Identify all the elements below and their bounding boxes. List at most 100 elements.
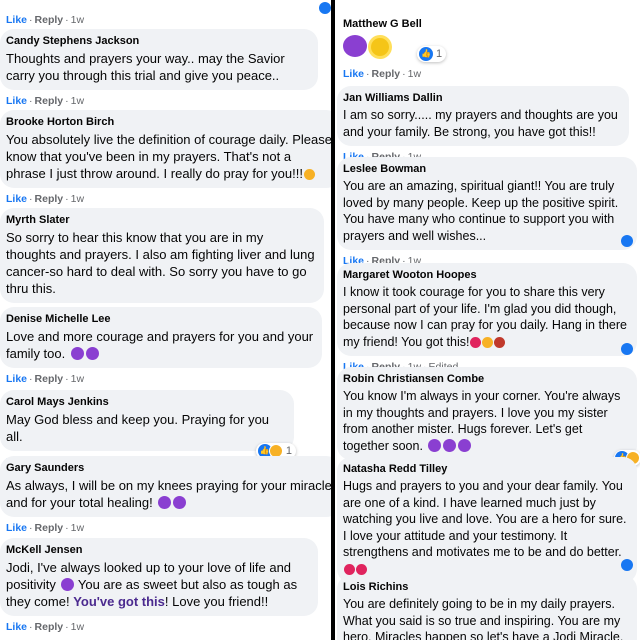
hearts-emoji-icon [470,336,482,348]
like-link[interactable]: Like [6,522,27,534]
comment-text: Thoughts and prayers your way.. may the … [6,51,289,83]
comment-text: May God bless and keep you. Praying for … [6,412,273,444]
comment-actions: Like·Reply·1w [6,95,85,107]
comment-author[interactable]: Jan Williams Dallin [343,91,621,105]
purple-heart-icon [173,496,187,509]
comment: Matthew G Bell 👍 1 Like · Reply · 1w [337,12,637,81]
comment-author[interactable]: Robin Christiansen Combe [343,372,629,386]
comment-author[interactable]: Leslee Bowman [343,162,629,176]
timestamp: 1w [70,522,85,534]
comment-bubble: Margaret Wooton Hoopes I know it took co… [337,263,637,356]
comment-author[interactable]: Gary Saunders [6,461,331,475]
comment-bubble: Denise Michelle Lee Love and more courag… [0,307,322,368]
comment-author[interactable]: Natasha Redd Tilley [343,462,629,476]
right-comments-panel: Matthew G Bell 👍 1 Like · Reply · 1w Jan Will… [335,0,640,640]
purple-heart-icon [458,438,472,452]
comment-author[interactable]: Matthew G Bell [343,17,449,31]
like-badge-icon [621,559,633,571]
like-link[interactable]: Like [6,193,27,205]
comment: Myrth Slater So sorry to hear this know … [0,208,331,321]
comment-text: Hugs and prayers to you and your dear fa… [343,478,629,577]
like-link[interactable]: Like [6,621,27,633]
comment: Denise Michelle Lee Love and more courag… [0,307,331,386]
like-badge-icon [621,235,633,247]
timestamp: 1w [70,95,85,107]
timestamp: 1w [70,14,85,26]
like-badge-icon [319,2,331,14]
comment: Candy Stephens Jackson Thoughts and pray… [0,29,331,108]
comment-bubble: Natasha Redd Tilley Hugs and prayers to … [337,457,637,583]
comment-author[interactable]: Margaret Wooton Hoopes [343,268,629,282]
comment-text: You know I'm always in your corner. You'… [343,389,624,453]
timestamp: 1w [70,193,85,205]
like-link[interactable]: Like [6,14,27,26]
comment-text: I know it took courage for you to share … [343,285,631,349]
purple-heart-icon [85,347,99,360]
purple-heart-icon [61,578,75,591]
timestamp: 1w [407,68,422,80]
comment-author[interactable]: Carol Mays Jenkins [6,395,286,409]
reply-link[interactable]: Reply [35,621,64,633]
comment-actions: Like·Reply·1w [6,193,85,205]
comment-bubble: Gary Saunders As always, I will be on my… [0,456,331,517]
comment-bubble: Leslee Bowman You are an amazing, spirit… [337,157,637,250]
purple-heart-icon [343,35,367,57]
like-link[interactable]: Like [6,373,27,385]
comment-text: I am so sorry..... my prayers and though… [343,108,622,139]
like-badge-icon [621,343,633,355]
comment-bubble: Jan Williams Dallin I am so sorry..... m… [337,86,629,146]
comment: Lois Richins You are definitely going to… [337,575,637,640]
comment: Robin Christiansen Combe You know I'm al… [337,367,640,466]
comment-author[interactable]: Lois Richins [343,580,629,594]
timestamp: 1w [70,621,85,633]
comment-author[interactable]: Denise Michelle Lee [6,312,314,326]
reply-link[interactable]: Reply [35,522,64,534]
reply-link[interactable]: Reply [35,193,64,205]
sun-icon [371,38,389,56]
comment-text: So sorry to hear this know that you are … [6,230,319,296]
praying-hands-emoji-icon [482,336,494,348]
comment-author[interactable]: Brooke Horton Birch [6,115,331,129]
comment-author[interactable]: Candy Stephens Jackson [6,34,310,48]
rose-emoji-icon [494,336,506,348]
comment-bubble: Lois Richins You are definitely going to… [337,575,637,640]
comment-bubble: Brooke Horton Birch You absolutely live … [0,110,331,188]
comment-actions: Like·Reply·1w [6,14,85,26]
hearts-emoji-icon [344,563,355,575]
comment-bubble: Carol Mays Jenkins May God bless and kee… [0,390,296,459]
comment-bubble: Candy Stephens Jackson Thoughts and pray… [0,29,318,90]
comment-actions: Like·Reply·1w [343,68,422,80]
kiss-emoji-icon [303,169,315,180]
comment-text: You are definitely going to be in my dai… [343,597,624,640]
comment-text: You absolutely live the definition of co… [6,132,331,181]
comment-actions: Like·Reply·1w [6,621,85,633]
comment-bubble: McKell Jensen Jodi, I've always looked u… [0,538,318,616]
purple-heart-icon [443,438,457,452]
comment-author[interactable]: McKell Jensen [6,543,310,557]
reply-link[interactable]: Reply [35,95,64,107]
comment: Gary Saunders As always, I will be on my… [0,456,331,535]
reply-link[interactable]: Reply [372,68,401,80]
comment: Brooke Horton Birch You absolutely live … [0,110,331,206]
comment-author[interactable]: Myrth Slater [6,213,316,227]
comment-text: Jodi, I've always looked up to your love… [6,560,301,609]
comment: Margaret Wooton Hoopes I know it took co… [337,263,637,374]
purple-heart-icon [70,347,84,360]
like-link[interactable]: Like [343,68,364,80]
left-comments-panel: Like · Reply · 1w Candy Stephens Jackson Tho… [0,0,331,640]
comment-bubble: Matthew G Bell 👍 1 [337,12,457,63]
timestamp: 1w [70,373,85,385]
comment-text: You are an amazing, spiritual giant!! Yo… [343,179,622,243]
like-link[interactable]: Like [6,95,27,107]
reaction-count[interactable]: 👍 1 [417,46,447,62]
reply-link[interactable]: Reply [35,14,64,26]
purple-heart-icon [158,496,172,509]
comment-actions: Like·Reply·1w [6,522,85,534]
comment: Jan Williams Dallin I am so sorry..... m… [337,86,637,164]
comment-bubble: Myrth Slater So sorry to hear this know … [0,208,324,303]
purple-heart-icon [428,438,442,452]
reply-link[interactable]: Reply [35,373,64,385]
comment: McKell Jensen Jodi, I've always looked u… [0,538,331,634]
comment-text: Love and more courage and prayers for yo… [6,329,317,361]
comment-text: As always, I will be on my knees praying… [6,478,331,510]
